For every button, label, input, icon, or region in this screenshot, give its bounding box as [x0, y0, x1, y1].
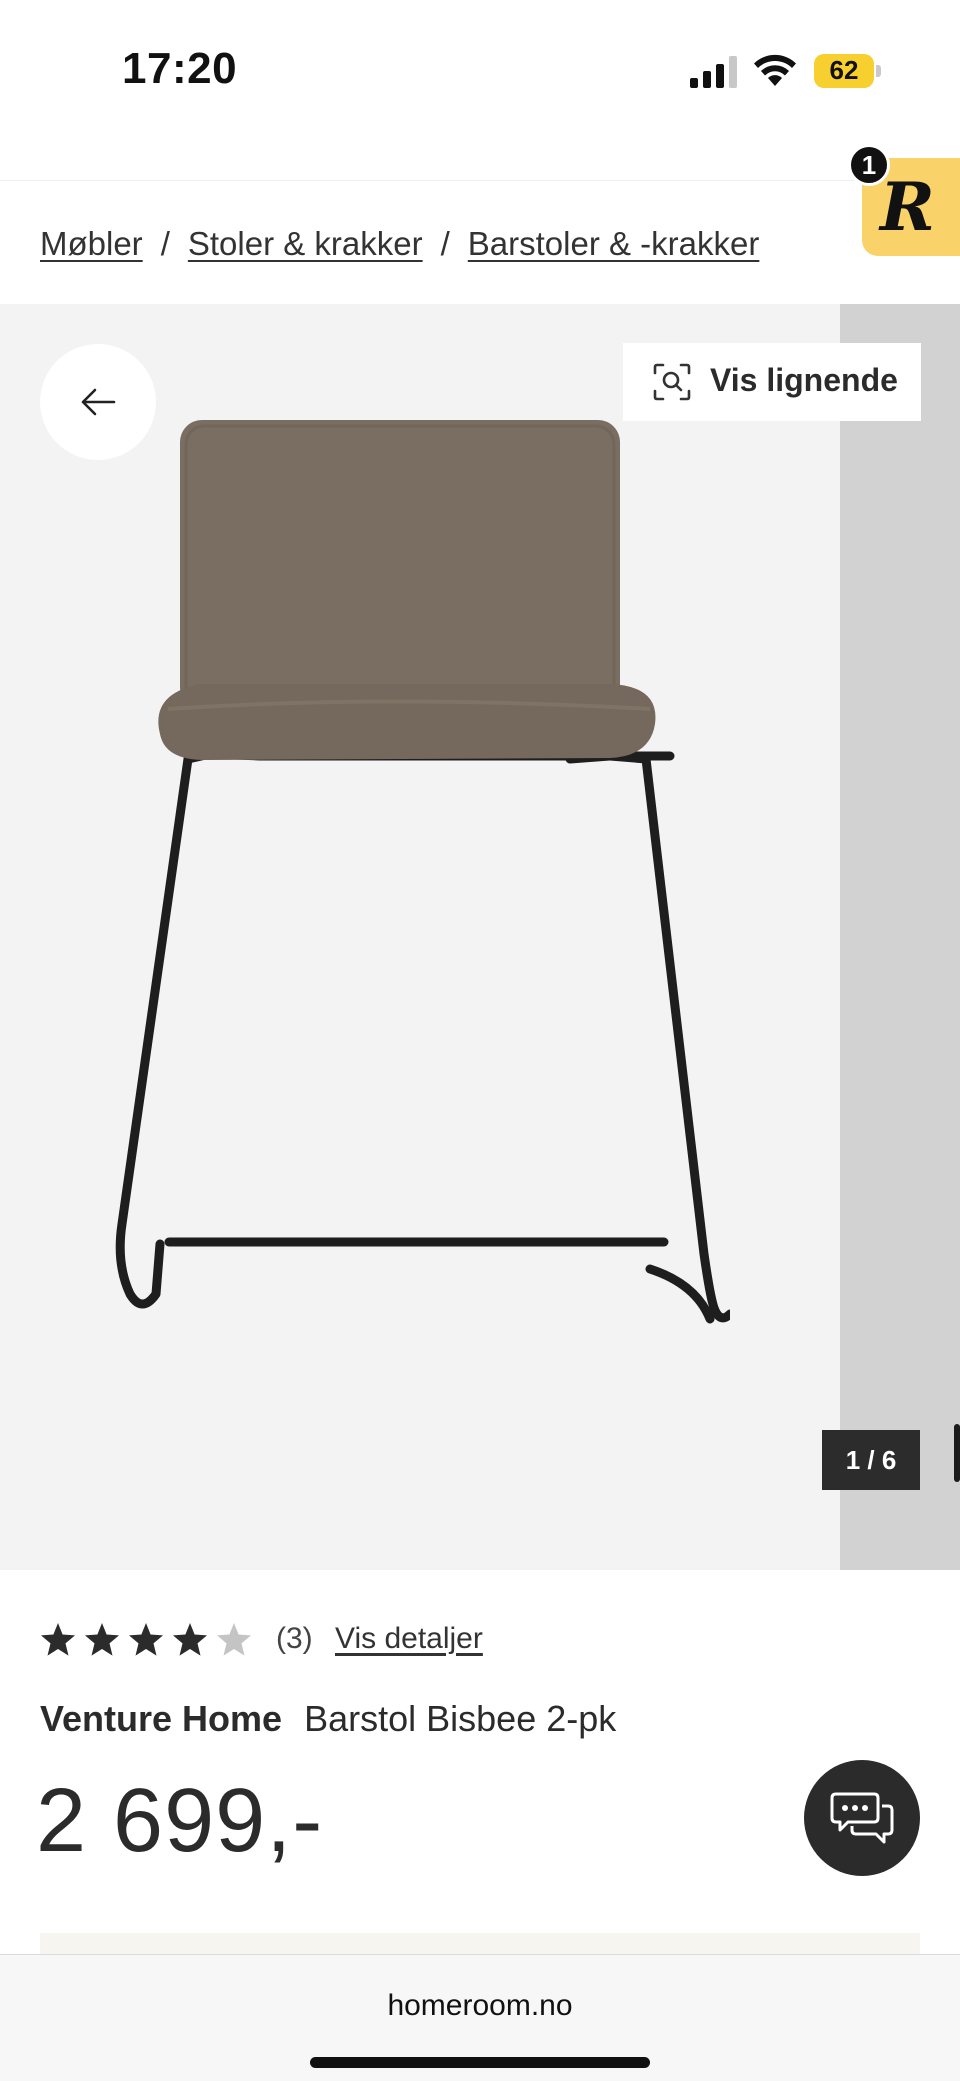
promo-strip: [40, 1933, 920, 1955]
product-price: 2 699,-: [36, 1771, 324, 1871]
status-bar: 17:20 62: [0, 0, 960, 140]
star-filled-icon: [85, 1623, 119, 1656]
wifi-icon: [754, 54, 796, 86]
show-similar-label: Vis lignende: [710, 362, 898, 398]
star-filled-icon: [173, 1623, 207, 1656]
next-slide-preview[interactable]: [840, 304, 960, 1570]
chat-button[interactable]: [804, 1760, 920, 1876]
rating-count: (3): [276, 1622, 313, 1655]
breadcrumb-item-mobler[interactable]: Møbler: [40, 225, 143, 262]
battery-cap: [876, 65, 881, 77]
chat-bubbles-icon: [830, 1792, 894, 1844]
battery-level: 62: [829, 55, 859, 85]
battery-indicator: 62: [814, 54, 881, 88]
rating-stars: [40, 1618, 256, 1662]
breadcrumb-item-stoler-krakker[interactable]: Stoler & krakker: [188, 225, 423, 262]
home-indicator: [310, 2057, 650, 2068]
breadcrumb-separator: /: [440, 225, 450, 262]
widget-count-badge: 1: [848, 144, 890, 186]
show-similar-button[interactable]: Vis lignende: [623, 343, 921, 421]
product-title: Venture Home Barstol Bisbee 2-pk: [40, 1698, 616, 1740]
breadcrumb-bar: Møbler / Stoler & krakker / Barstoler & -kra…: [0, 180, 960, 304]
breadcrumb-separator: /: [160, 225, 170, 262]
star-filled-icon: [129, 1623, 163, 1656]
product-gallery[interactable]: Vis lignende 1 / 6: [0, 304, 960, 1570]
star-filled-icon: [41, 1623, 75, 1656]
arrow-left-icon: [81, 388, 116, 416]
cellular-signal-icon: [690, 56, 737, 88]
breadcrumb-item-barstoler[interactable]: Barstoler & -krakker: [468, 225, 760, 262]
visual-search-icon: [653, 363, 691, 401]
product-image-bar-stool: [115, 420, 730, 1324]
view-details-link[interactable]: Vis detaljer: [335, 1622, 483, 1656]
browser-url[interactable]: homeroom.no: [0, 1989, 960, 2023]
back-button[interactable]: [40, 344, 156, 460]
breadcrumb: Møbler / Stoler & krakker / Barstoler & -kra…: [40, 225, 759, 263]
product-name: Barstol Bisbee 2-pk: [304, 1698, 617, 1739]
product-brand[interactable]: Venture Home: [40, 1698, 282, 1739]
next-slide-image-fragment: [954, 1424, 960, 1482]
browser-address-bar[interactable]: homeroom.no: [0, 1954, 960, 2081]
r-logo-icon: R: [880, 168, 935, 246]
status-time: 17:20: [122, 44, 238, 93]
slide-counter: 1 / 6: [822, 1430, 920, 1490]
star-empty-icon: [217, 1623, 251, 1656]
